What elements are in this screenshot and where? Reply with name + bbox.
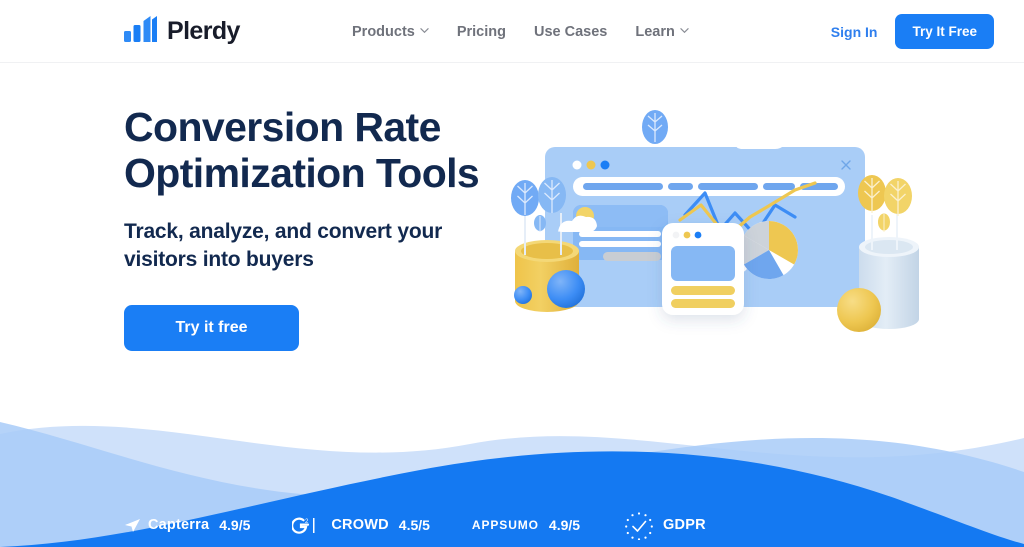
bar-chart-logo-icon xyxy=(124,16,158,47)
g2crowd-icon: 2 xyxy=(292,516,324,535)
nav-label: Learn xyxy=(635,23,675,40)
hero-content: Conversion Rate Optimization Tools Track… xyxy=(124,104,524,351)
pie-chart-b xyxy=(740,221,798,279)
gdpr-stars-icon xyxy=(622,510,656,540)
landing-page: Plerdy Products Pricing Use Cases Learn xyxy=(0,0,1024,547)
badge-label: GDPR xyxy=(663,517,706,533)
badge-label: AppSumo xyxy=(471,518,539,532)
badge-score: 4.9/5 xyxy=(219,517,251,533)
nav-item-pricing[interactable]: Pricing xyxy=(457,24,506,40)
page-title: Conversion Rate Optimization Tools xyxy=(124,104,480,196)
sign-in-link[interactable]: Sign In xyxy=(831,24,878,40)
badge-score: 4.9/5 xyxy=(548,517,581,533)
header-actions: Sign In Try It Free xyxy=(831,0,994,63)
try-it-free-hero-button[interactable]: Try it free xyxy=(124,304,299,351)
main-navigation: Products Pricing Use Cases Learn xyxy=(352,0,689,63)
badge-label: CROWD xyxy=(331,517,389,533)
logo-link[interactable]: Plerdy xyxy=(124,16,240,47)
badge-gdpr[interactable]: GDPR xyxy=(622,510,706,540)
logo-text: Plerdy xyxy=(167,17,240,45)
badge-label: Capterra xyxy=(148,517,210,533)
hero-subtitle: Track, analyze, and convert your visitor… xyxy=(124,219,443,271)
decor-cloud-right xyxy=(861,125,903,143)
badge-appsumo[interactable]: AppSumo 4.9/5 xyxy=(472,517,580,533)
nav-label: Products xyxy=(352,23,415,40)
analytics-dashboard-illustration xyxy=(505,95,925,355)
nav-item-products[interactable]: Products xyxy=(352,24,429,40)
nav-item-use-cases[interactable]: Use Cases xyxy=(534,24,607,40)
trust-badges-bar: Capterra 4.9/5 2 CROWD 4.5/5 AppSumo 4.9… xyxy=(0,503,1024,547)
badge-g2crowd[interactable]: 2 CROWD 4.5/5 xyxy=(292,516,430,535)
nav-label: Use Cases xyxy=(534,23,608,40)
decor-tree-blue-top xyxy=(642,110,668,144)
chevron-down-icon xyxy=(680,26,689,35)
nav-label: Pricing xyxy=(456,23,506,40)
capterra-icon xyxy=(124,518,141,533)
nav-item-learn[interactable]: Learn xyxy=(635,24,689,40)
badge-score: 4.5/5 xyxy=(398,517,430,533)
decor-cloud-top xyxy=(736,128,784,149)
decor-ball-blue-small xyxy=(514,286,532,304)
popup-card-mockup xyxy=(662,223,744,315)
badge-capterra[interactable]: Capterra 4.9/5 xyxy=(124,517,250,533)
site-header: Plerdy Products Pricing Use Cases Learn xyxy=(0,0,1024,63)
decor-ball-blue-large xyxy=(547,270,585,308)
chevron-down-icon xyxy=(420,26,429,35)
try-it-free-header-button[interactable]: Try It Free xyxy=(895,14,994,49)
decor-ball-yellow xyxy=(837,288,881,332)
